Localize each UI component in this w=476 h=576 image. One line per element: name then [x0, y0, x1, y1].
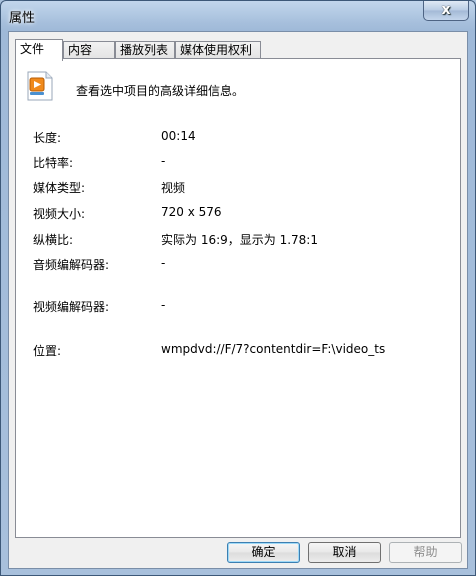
property-value: -: [161, 154, 166, 168]
property-label: 视频大小:: [33, 207, 86, 221]
close-button[interactable]: x: [423, 1, 469, 21]
media-file-icon: [27, 71, 53, 101]
description-text: 查看选中项目的高级详细信息。: [76, 84, 245, 98]
close-icon: x: [441, 2, 451, 18]
property-label: 纵横比:: [33, 233, 74, 247]
property-value[interactable]: wmpdvd://F/7?contentdir=F:\video_ts: [161, 342, 385, 356]
help-button[interactable]: 帮助: [389, 542, 462, 563]
tab-panel-file: 查看选中项目的高级详细信息。 长度: 00:14 比特率: - 媒体类型: 视频…: [15, 58, 461, 538]
property-label: 视频编解码器:: [33, 300, 110, 314]
property-value: -: [161, 298, 166, 312]
property-label: 位置:: [33, 344, 62, 358]
properties-dialog: 属性 x 文件 内容 播放列表 媒体使用权利 查看选中项目的高级详细信息。 长度…: [0, 0, 476, 576]
property-value: 00:14: [161, 129, 196, 143]
property-value: 实际为 16:9，显示为 1.78:1: [161, 233, 318, 247]
tab-media-rights[interactable]: 媒体使用权利: [175, 41, 261, 59]
ok-button[interactable]: 确定: [227, 542, 300, 563]
property-value: 视频: [161, 181, 186, 195]
tab-content[interactable]: 内容: [63, 41, 115, 59]
cancel-button[interactable]: 取消: [308, 542, 381, 563]
tab-file[interactable]: 文件: [15, 39, 63, 61]
property-label: 比特率:: [33, 156, 74, 170]
property-label: 长度:: [33, 131, 62, 145]
property-value: 720 x 576: [161, 205, 222, 219]
property-label: 媒体类型:: [33, 181, 86, 195]
property-value: -: [161, 256, 166, 270]
dialog-client-area: 文件 内容 播放列表 媒体使用权利 查看选中项目的高级详细信息。 长度: 00:…: [8, 31, 468, 569]
title-bar[interactable]: 属性 x: [1, 1, 475, 31]
tab-playlist[interactable]: 播放列表: [115, 41, 175, 59]
property-label: 音频编解码器:: [33, 258, 110, 272]
window-title: 属性: [9, 11, 36, 26]
